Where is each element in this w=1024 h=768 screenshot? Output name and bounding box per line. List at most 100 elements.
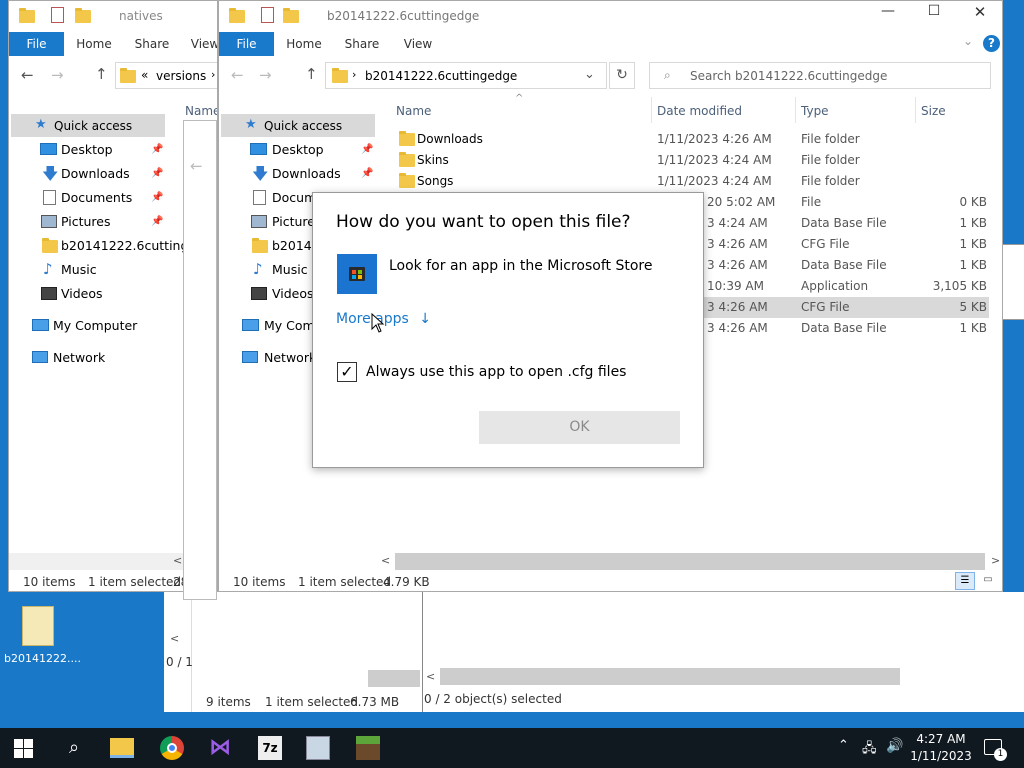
third-scroll-left[interactable]: < (426, 670, 435, 683)
chrome-icon[interactable] (160, 736, 184, 760)
third-window: < 0 / 1 < 0 / 2 object(s) selected 9 ite… (164, 592, 1024, 712)
column-name[interactable]: Name (185, 104, 217, 118)
app-icon[interactable] (306, 736, 330, 760)
third-hscrollbar-mid[interactable] (368, 670, 420, 687)
clock-time[interactable]: 4:27 AM (916, 732, 966, 746)
download-icon: 🡇 (252, 164, 269, 183)
visual-studio-icon[interactable]: ⋈ (208, 736, 232, 760)
network-icon (32, 351, 48, 363)
nav-item-b2014[interactable]: b20141222.6cutting (9, 235, 188, 257)
large-icons-view-button[interactable]: ▭ (979, 572, 997, 590)
column-type[interactable]: Type (801, 104, 829, 118)
back-arrow-icon[interactable]: ← (190, 157, 203, 175)
status-selected: 1 item selected (298, 575, 392, 589)
close-button[interactable]: ✕ (957, 3, 1002, 31)
hscroll-left-arrow[interactable]: < (381, 554, 390, 567)
forward-arrow-icon[interactable]: → (51, 66, 64, 84)
table-row[interactable]: Skins 1/11/2023 4:24 AM File folder (389, 150, 989, 171)
scroll-left-arrow[interactable]: < (173, 554, 182, 567)
nav-item-pictures[interactable]: Pictures 📌 (9, 211, 169, 233)
ok-button[interactable]: OK (479, 411, 680, 444)
always-use-checkbox[interactable]: ✓ (337, 362, 357, 382)
chevron-up-icon[interactable]: ⌃ (838, 738, 849, 753)
third-left-scroll-arrow[interactable]: < (170, 632, 179, 645)
windows-start-icon[interactable] (14, 739, 34, 759)
hscrollbar[interactable] (395, 553, 985, 570)
column-date[interactable]: Date modified (657, 104, 742, 118)
nav-item-videos[interactable]: Videos (9, 283, 169, 305)
refresh-button[interactable]: ↻ (609, 62, 635, 89)
table-row[interactable]: Downloads 1/11/2023 4:26 AM File folder (389, 129, 989, 150)
address-bar[interactable]: « versions › (115, 62, 217, 89)
chevron-right-icon: › (211, 68, 216, 81)
tab-home[interactable]: Home (71, 32, 117, 56)
search-icon[interactable]: ⌕ (62, 736, 86, 760)
details-view-button[interactable]: ☰ (955, 572, 975, 590)
pin-icon: 📌 (151, 144, 164, 155)
folder-icon (252, 238, 268, 253)
pin-icon: 📌 (151, 216, 164, 227)
hscroll-right-arrow[interactable]: > (991, 554, 1000, 567)
music-icon: ♪ (253, 260, 263, 278)
store-option-label: Look for an app in the Microsoft Store (389, 258, 653, 274)
documents-icon (253, 190, 266, 205)
address-prefix: « (141, 68, 149, 82)
nav-item-music[interactable]: ♪ Music (9, 259, 169, 281)
column-size[interactable]: Size (921, 104, 946, 118)
minimize-button[interactable]: — (865, 3, 911, 31)
nav-item-documents[interactable]: Documents 📌 (9, 187, 169, 209)
minecraft-icon[interactable] (356, 736, 380, 760)
star-icon: ★ (35, 117, 47, 132)
nav-item-desktop[interactable]: Desktop 📌 (219, 139, 379, 161)
network-tray-icon[interactable]: 🖧 (862, 739, 877, 761)
videos-icon (41, 287, 57, 300)
nav-item-downloads[interactable]: 🡇 Downloads 📌 (219, 163, 379, 185)
column-name[interactable]: Name (396, 104, 431, 118)
tab-share[interactable]: Share (339, 32, 385, 56)
up-arrow-icon[interactable]: ↑ (95, 65, 108, 83)
tab-file[interactable]: File (219, 32, 274, 56)
table-row[interactable]: Songs 1/11/2023 4:24 AM File folder (389, 171, 989, 192)
status-items: 10 items (233, 575, 286, 589)
chevron-down-icon[interactable]: ⌄ (963, 34, 973, 48)
file-explorer-icon[interactable] (110, 738, 134, 758)
up-arrow-icon[interactable]: ↑ (305, 65, 318, 83)
nav-network[interactable]: Network (9, 347, 169, 369)
third-status-size: 6.73 MB (350, 695, 400, 709)
right-window-edge (1002, 244, 1024, 320)
nav-item-downloads[interactable]: 🡇 Downloads 📌 (9, 163, 169, 185)
computer-icon (242, 319, 259, 331)
back-arrow-icon[interactable]: ← (21, 66, 34, 84)
address-bar[interactable]: › b20141222.6cuttingedge ⌄ (325, 62, 607, 89)
volume-icon[interactable]: 🔊 (886, 738, 903, 754)
chevron-down-icon[interactable]: ⌄ (584, 67, 595, 82)
pin-icon: 📌 (151, 192, 164, 203)
maximize-button[interactable]: ☐ (911, 3, 957, 31)
folder-icon (332, 68, 348, 83)
third-hscrollbar[interactable] (440, 668, 900, 685)
always-use-label: Always use this app to open .cfg files (366, 364, 627, 380)
forward-arrow-icon[interactable]: → (259, 66, 272, 84)
clock-date[interactable]: 1/11/2023 (910, 749, 972, 763)
search-input[interactable]: ⌕ Search b20141222.6cuttingedge (649, 62, 991, 89)
notification-count: 1 (994, 748, 1007, 761)
search-icon: ⌕ (664, 68, 671, 82)
tab-share[interactable]: Share (129, 32, 175, 56)
quick-access[interactable]: ★ Quick access (221, 114, 375, 137)
quick-access[interactable]: ★ Quick access (11, 114, 165, 137)
desktop-file-icon[interactable]: b20141222.... (4, 604, 81, 668)
folder-icon (42, 238, 58, 253)
chevron-right-icon: › (352, 68, 357, 81)
help-icon[interactable]: ? (983, 35, 1000, 52)
7zip-icon[interactable]: 7z (258, 736, 282, 760)
download-icon: 🡇 (42, 164, 59, 183)
network-icon (242, 351, 258, 363)
tab-view[interactable]: View (395, 32, 441, 56)
tab-view[interactable]: View (185, 32, 217, 56)
back-arrow-icon[interactable]: ← (231, 66, 244, 84)
nav-item-desktop[interactable]: Desktop 📌 (9, 139, 169, 161)
tab-file[interactable]: File (9, 32, 64, 56)
nav-my-computer[interactable]: My Computer (9, 315, 169, 337)
tab-home[interactable]: Home (281, 32, 327, 56)
store-option[interactable]: Look for an app in the Microsoft Store (337, 253, 677, 297)
